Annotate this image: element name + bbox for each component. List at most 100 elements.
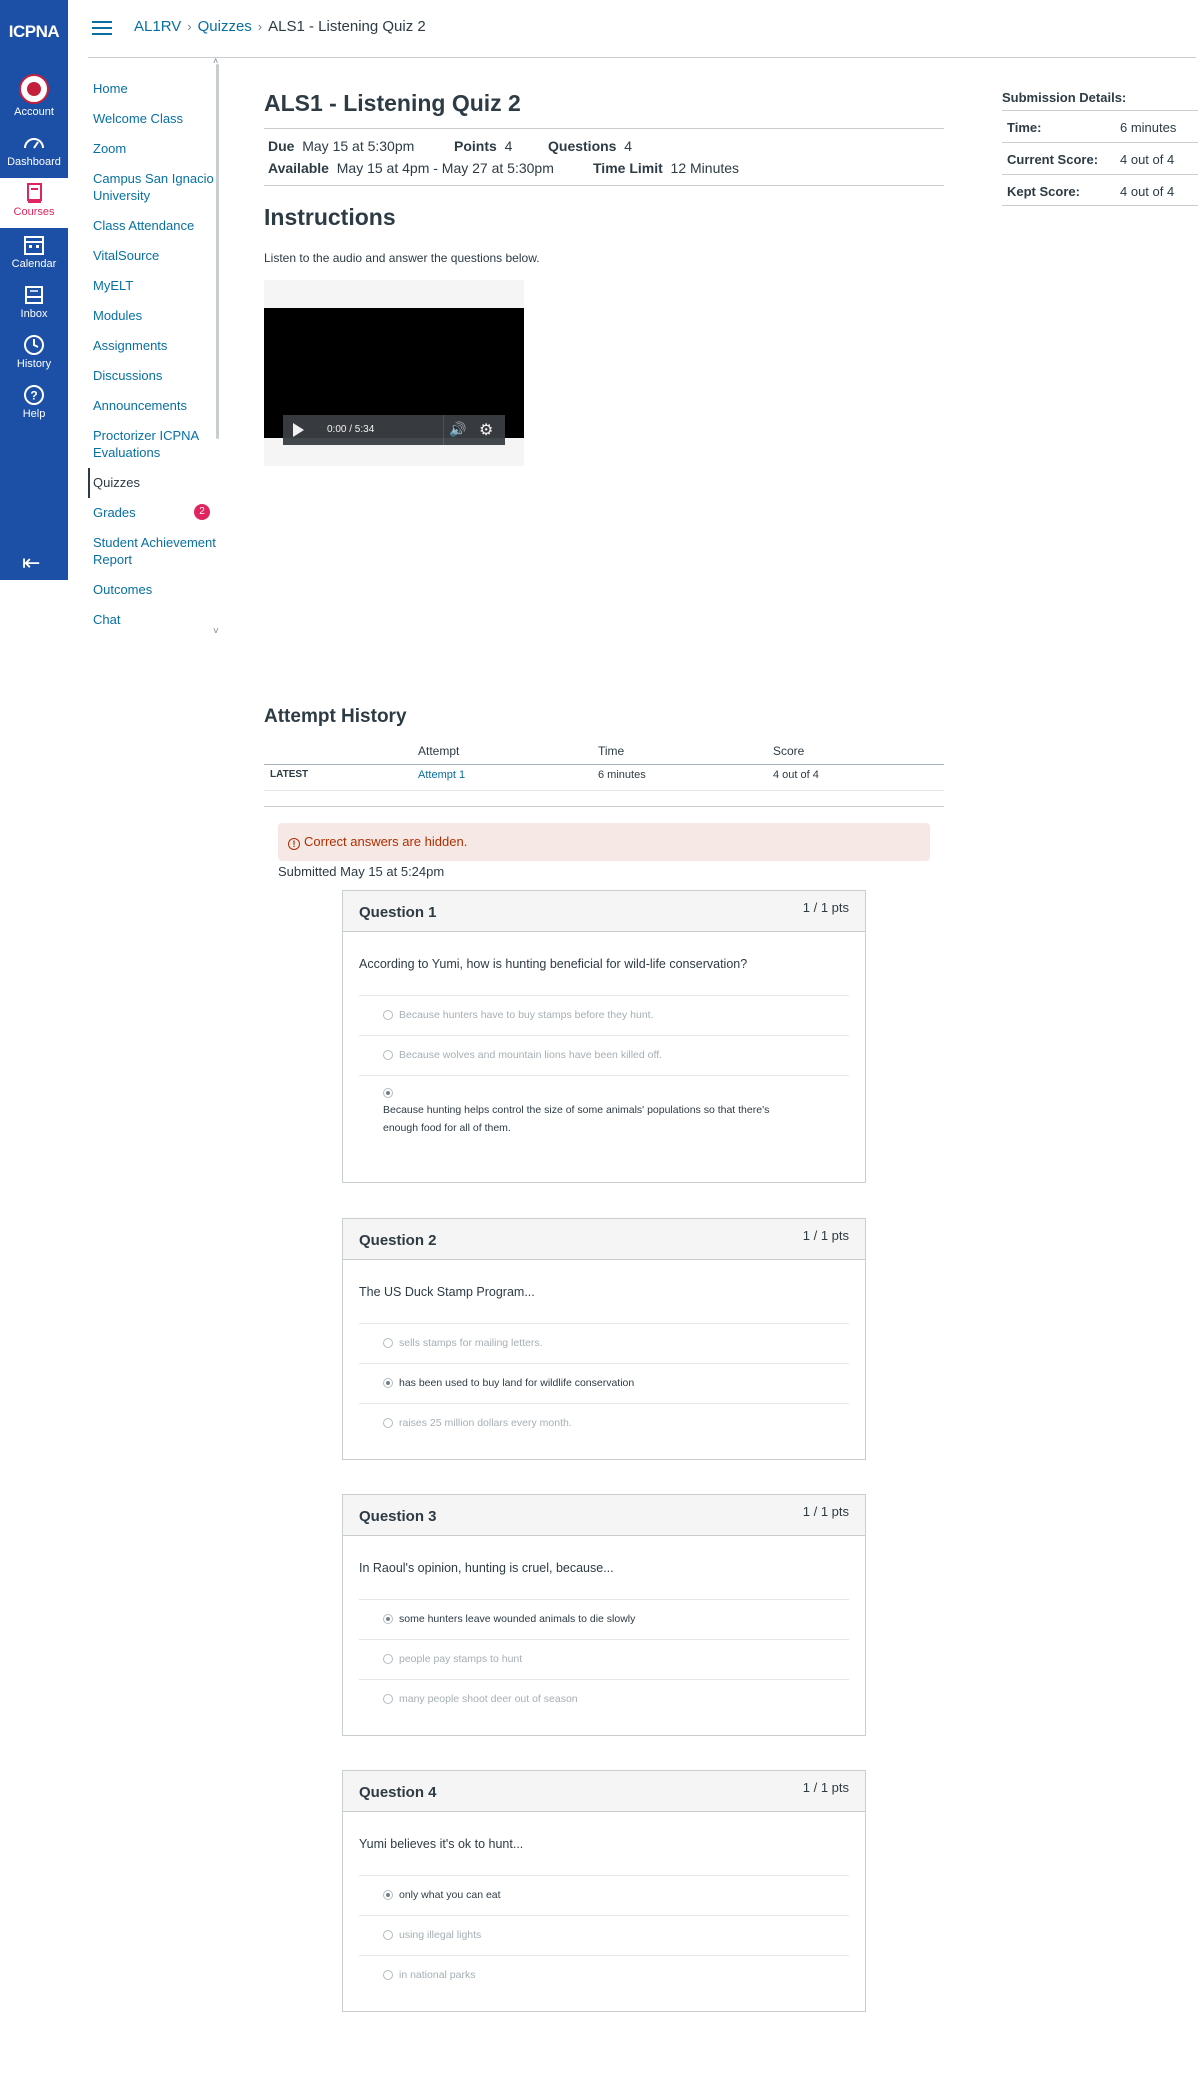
breadcrumb-course-link[interactable]: AL1RV: [134, 18, 181, 35]
course-nav-vitalsource[interactable]: VitalSource: [88, 241, 218, 271]
nav-inbox[interactable]: Inbox: [0, 284, 68, 320]
gear-icon[interactable]: ⚙: [479, 420, 493, 440]
question-points: 1 / 1 pts: [802, 1504, 849, 1519]
video-time: 0:00 / 5:34: [327, 424, 375, 435]
radio-button: [383, 1694, 393, 1704]
current-score-value: 4 out of 4: [1120, 152, 1175, 167]
available-label: Available: [268, 160, 329, 176]
due-value: May 15 at 5:30pm: [302, 138, 415, 154]
nav-history-label: History: [16, 358, 52, 370]
course-nav-assignments[interactable]: Assignments: [88, 331, 218, 361]
answer-option: people pay stamps to hunt: [359, 1639, 849, 1679]
question-name: Question 2: [359, 1232, 437, 1249]
course-nav-class-attendance[interactable]: Class Attendance: [88, 211, 218, 241]
answer-option-selected: has been used to buy land for wildlife c…: [359, 1363, 849, 1403]
radio-button: [383, 1010, 393, 1020]
radio-button: [383, 1418, 393, 1428]
nav-calendar[interactable]: Calendar: [0, 234, 68, 270]
question-points: 1 / 1 pts: [802, 900, 849, 915]
course-nav-outcomes[interactable]: Outcomes: [88, 575, 218, 605]
course-nav-home[interactable]: Home: [88, 74, 218, 104]
course-nav-zoom[interactable]: Zoom: [88, 134, 218, 164]
kept-score-row: Kept Score: 4 out of 4: [1002, 174, 1198, 206]
current-score-row: Current Score: 4 out of 4: [1002, 142, 1198, 174]
breadcrumb-quizzes-link[interactable]: Quizzes: [198, 18, 252, 35]
course-nav-chat[interactable]: Chat: [88, 605, 218, 635]
attempt-history-title: Attempt History: [264, 706, 407, 727]
nav-help[interactable]: ? Help: [0, 384, 68, 420]
available-value: May 15 at 4pm - May 27 at 5:30pm: [336, 160, 554, 176]
course-nav-modules[interactable]: Modules: [88, 301, 218, 331]
answer-option: sells stamps for mailing letters.: [359, 1323, 849, 1363]
nav-account[interactable]: Account: [0, 74, 68, 118]
correct-answers-hidden-alert: ! Correct answers are hidden.: [278, 823, 930, 861]
course-nav-campus-san-ignacio[interactable]: Campus San Ignacio University: [88, 164, 218, 211]
icpna-logo[interactable]: ICPNA: [0, 22, 68, 42]
course-nav-grades[interactable]: Grades 2: [88, 498, 218, 528]
question-card: Question 2 1 / 1 pts The US Duck Stamp P…: [342, 1218, 866, 1460]
current-score-label: Current Score:: [1007, 152, 1099, 167]
time-limit-label: Time Limit: [593, 160, 663, 176]
history-icon: [24, 335, 44, 355]
question-text: In Raoul's opinion, hunting is cruel, be…: [359, 1561, 614, 1575]
nav-dashboard-label: Dashboard: [7, 156, 61, 168]
answer-label: in national parks: [399, 1969, 476, 1981]
volume-icon[interactable]: 🔊: [449, 421, 466, 438]
svg-text:?: ?: [30, 389, 37, 403]
dashboard-icon: [24, 138, 44, 149]
answer-label: many people shoot deer out of season: [399, 1693, 578, 1705]
kept-score-label: Kept Score:: [1007, 184, 1080, 199]
submitted-time: Submitted May 15 at 5:24pm: [278, 864, 445, 879]
course-nav-announcements[interactable]: Announcements: [88, 391, 218, 421]
submission-details-title: Submission Details:: [1002, 90, 1127, 105]
answer-label: using illegal lights: [399, 1929, 482, 1941]
attempt-time: 6 minutes: [598, 769, 646, 781]
question-text: According to Yumi, how is hunting benefi…: [359, 957, 748, 971]
answer-option: many people shoot deer out of season: [359, 1679, 849, 1719]
due-date: Due May 15 at 5:30pm: [268, 138, 414, 154]
play-icon[interactable]: [293, 423, 304, 437]
question-text: The US Duck Stamp Program...: [359, 1285, 535, 1299]
nav-courses[interactable]: Courses: [0, 178, 68, 228]
course-nav-quizzes[interactable]: Quizzes: [88, 468, 218, 498]
global-navigation: ICPNA Account Dashboard Courses Calendar…: [0, 0, 68, 580]
radio-button-selected: [383, 1088, 393, 1098]
answer-label-continued: enough food for all of them.: [383, 1122, 511, 1134]
course-nav-welcome-class[interactable]: Welcome Class: [88, 104, 218, 134]
answer-option-selected: only what you can eat: [359, 1875, 849, 1915]
latest-tag: LATEST: [270, 769, 309, 780]
video-player[interactable]: 0:00 / 5:34 🔊 ⚙: [264, 280, 524, 466]
question-points: 1 / 1 pts: [802, 1228, 849, 1243]
instructions-title: Instructions: [264, 204, 396, 230]
submission-time-value: 6 minutes: [1120, 120, 1177, 135]
nav-help-label: Help: [22, 408, 46, 420]
course-nav-myelt[interactable]: MyELT: [88, 271, 218, 301]
page-title: ALS1 - Listening Quiz 2: [264, 90, 521, 116]
grades-badge: 2: [194, 504, 210, 520]
question-card: Question 1 1 / 1 pts According to Yumi, …: [342, 890, 866, 1183]
course-nav-student-achievement-report[interactable]: Student Achievement Report: [88, 528, 218, 575]
answer-option-selected: some hunters leave wounded animals to di…: [359, 1599, 849, 1639]
answer-label: Because hunting helps control the size o…: [383, 1104, 770, 1116]
divider: [264, 806, 944, 807]
course-nav-proctorizer[interactable]: Proctorizer ICPNA Evaluations: [88, 421, 218, 468]
nav-history[interactable]: History: [0, 334, 68, 370]
attempt-1-link[interactable]: Attempt 1: [418, 769, 465, 781]
alert-text: Correct answers are hidden.: [304, 834, 468, 849]
top-bar: AL1RV › Quizzes › ALS1 - Listening Quiz 2: [88, 0, 1196, 58]
nav-account-label: Account: [14, 106, 54, 118]
breadcrumb-current: ALS1 - Listening Quiz 2: [268, 18, 426, 35]
nav-dashboard[interactable]: Dashboard: [0, 132, 68, 168]
radio-button: [383, 1050, 393, 1060]
submission-time-label: Time:: [1007, 120, 1042, 135]
answer-option: in national parks: [359, 1955, 849, 1995]
divider: [264, 764, 944, 765]
course-navigation: Home Welcome Class Zoom Campus San Ignac…: [88, 74, 218, 635]
points: Points 4: [454, 138, 512, 154]
course-nav-discussions[interactable]: Discussions: [88, 361, 218, 391]
hamburger-menu-icon[interactable]: [92, 21, 112, 35]
answer-label: people pay stamps to hunt: [399, 1653, 523, 1665]
collapse-nav-icon[interactable]: ⇤: [22, 552, 46, 574]
question-points: 1 / 1 pts: [802, 1780, 849, 1795]
submission-time-row: Time: 6 minutes: [1002, 110, 1198, 142]
